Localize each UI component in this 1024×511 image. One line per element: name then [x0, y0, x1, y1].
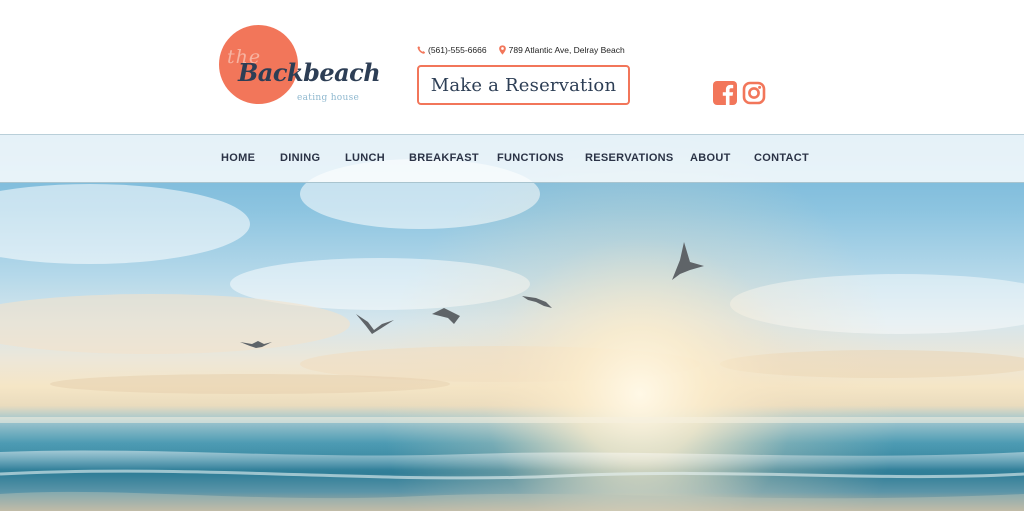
nav-item-home[interactable]: HOME: [221, 152, 255, 164]
phone-icon: [417, 46, 426, 54]
logo-name-text: Backbeach: [238, 58, 381, 87]
beach-sunrise-seagulls-photo: [0, 134, 1024, 511]
social-links: [713, 81, 766, 105]
nav-item-breakfast[interactable]: BREAKFAST: [409, 152, 479, 164]
logo-tagline-text: eating house: [297, 93, 360, 103]
map-pin-icon: [498, 45, 506, 55]
make-reservation-button[interactable]: Make a Reservation: [417, 65, 630, 105]
nav-item-dining[interactable]: DINING: [280, 152, 320, 164]
nav-item-about[interactable]: ABOUT: [690, 152, 731, 164]
instagram-icon[interactable]: [742, 81, 766, 105]
nav-item-reservations[interactable]: RESERVATIONS: [585, 152, 674, 164]
address-text[interactable]: 789 Atlantic Ave, Delray Beach: [509, 45, 625, 55]
nav-item-contact[interactable]: CONTACT: [754, 152, 809, 164]
logo[interactable]: the Backbeach eating house: [218, 24, 381, 108]
phone-number[interactable]: (561)-555-6666: [428, 45, 487, 55]
contact-info: (561)-555-6666 789 Atlantic Ave, Delray …: [417, 44, 625, 56]
facebook-icon[interactable]: [713, 81, 737, 105]
main-nav: HOME DINING LUNCH BREAKFAST FUNCTIONS RE…: [0, 134, 1024, 183]
nav-item-lunch[interactable]: LUNCH: [345, 152, 385, 164]
hero-image: [0, 134, 1024, 511]
nav-item-functions[interactable]: FUNCTIONS: [497, 152, 564, 164]
site-header: the Backbeach eating house (561)-555-666…: [0, 0, 1024, 134]
